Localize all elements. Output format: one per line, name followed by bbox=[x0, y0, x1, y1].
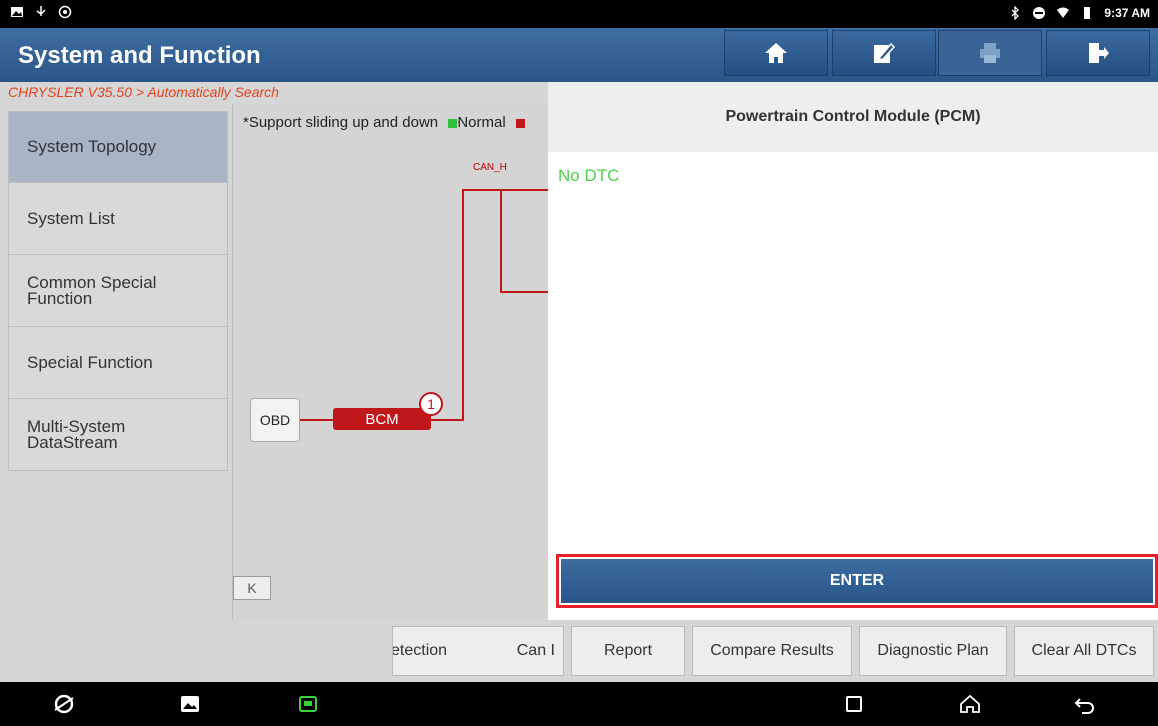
gallery-icon[interactable] bbox=[178, 692, 202, 716]
wifi-icon bbox=[1057, 7, 1070, 18]
home-button[interactable] bbox=[724, 30, 828, 76]
sidebar-item-system-list[interactable]: System List bbox=[8, 183, 228, 255]
battery-icon bbox=[1084, 7, 1091, 19]
detection-label: etection bbox=[392, 642, 448, 659]
home-icon bbox=[765, 43, 787, 63]
report-button[interactable]: Report bbox=[571, 626, 685, 676]
can-label: Can I bbox=[516, 642, 555, 659]
enter-highlight: ENTER bbox=[556, 554, 1158, 608]
bcm-module[interactable]: BCM bbox=[333, 408, 431, 430]
clear-all-dtcs-button[interactable]: Clear All DTCs bbox=[1014, 626, 1154, 676]
sidebar-item-system-topology[interactable]: System Topology bbox=[8, 111, 228, 183]
sidebar-item-special-function[interactable]: Special Function bbox=[8, 327, 228, 399]
home-nav-icon[interactable] bbox=[958, 692, 982, 716]
sidebar-item-label: Multi-System DataStream bbox=[27, 416, 126, 452]
sidebar: System Topology System List Common Speci… bbox=[8, 111, 228, 471]
browser-icon[interactable] bbox=[52, 692, 76, 716]
status-time: 9:37 AM bbox=[1104, 6, 1150, 20]
topology-lines bbox=[300, 189, 548, 421]
sidebar-item-label: Common Special Function bbox=[27, 272, 157, 308]
exit-button[interactable] bbox=[1046, 30, 1150, 76]
can-h-label: CAN_H bbox=[473, 162, 507, 173]
gallery-notification-icon bbox=[11, 7, 23, 17]
back-icon[interactable] bbox=[1072, 692, 1096, 716]
topology-view[interactable]: *Support sliding up and down Normal CAN_… bbox=[232, 104, 548, 620]
page-title: System and Function bbox=[18, 42, 261, 69]
sidebar-item-label: System Topology bbox=[27, 137, 157, 156]
recent-apps-icon[interactable] bbox=[842, 692, 866, 716]
usb-icon bbox=[36, 6, 46, 16]
diagnostic-plan-button[interactable]: Diagnostic Plan bbox=[859, 626, 1007, 676]
settings-notification-icon bbox=[58, 5, 72, 19]
status-bar: 9:37 AM bbox=[0, 0, 1158, 28]
edit-button[interactable] bbox=[832, 30, 936, 76]
dtc-status: No DTC bbox=[558, 166, 620, 185]
app-screen: 9:37 AM System and Function CHRYSLER V35… bbox=[0, 0, 1158, 726]
detection-button[interactable]: etection Can I bbox=[392, 626, 564, 676]
compare-results-button[interactable]: Compare Results bbox=[692, 626, 852, 676]
breadcrumb: CHRYSLER V35.50 > Automatically Search bbox=[0, 82, 548, 104]
edit-icon bbox=[874, 42, 896, 63]
app-header: System and Function bbox=[0, 28, 1158, 82]
print-icon bbox=[980, 43, 1000, 63]
sidebar-item-label: System List bbox=[27, 208, 115, 228]
do-not-disturb-icon bbox=[1033, 7, 1046, 19]
sidebar-item-common-special-function[interactable]: Common Special Function bbox=[8, 255, 228, 327]
module-detail-panel: Powertrain Control Module (PCM) No DTC E… bbox=[548, 82, 1158, 620]
action-bar: etection Can I Report Compare Results Di… bbox=[0, 620, 1158, 682]
bluetooth-icon bbox=[1011, 6, 1020, 20]
vci-icon[interactable] bbox=[296, 692, 320, 716]
module-title: Powertrain Control Module (PCM) bbox=[548, 82, 1158, 152]
collapse-button[interactable]: K bbox=[233, 576, 271, 600]
exit-icon bbox=[1089, 43, 1109, 63]
module-number-badge: 1 bbox=[419, 392, 443, 416]
obd-node[interactable]: OBD bbox=[250, 398, 300, 442]
print-button[interactable] bbox=[938, 30, 1042, 76]
sidebar-item-multi-system-datastream[interactable]: Multi-System DataStream bbox=[8, 399, 228, 471]
sidebar-item-label: Special Function bbox=[27, 352, 153, 372]
enter-button[interactable]: ENTER bbox=[561, 559, 1153, 603]
navigation-bar bbox=[0, 682, 1158, 726]
